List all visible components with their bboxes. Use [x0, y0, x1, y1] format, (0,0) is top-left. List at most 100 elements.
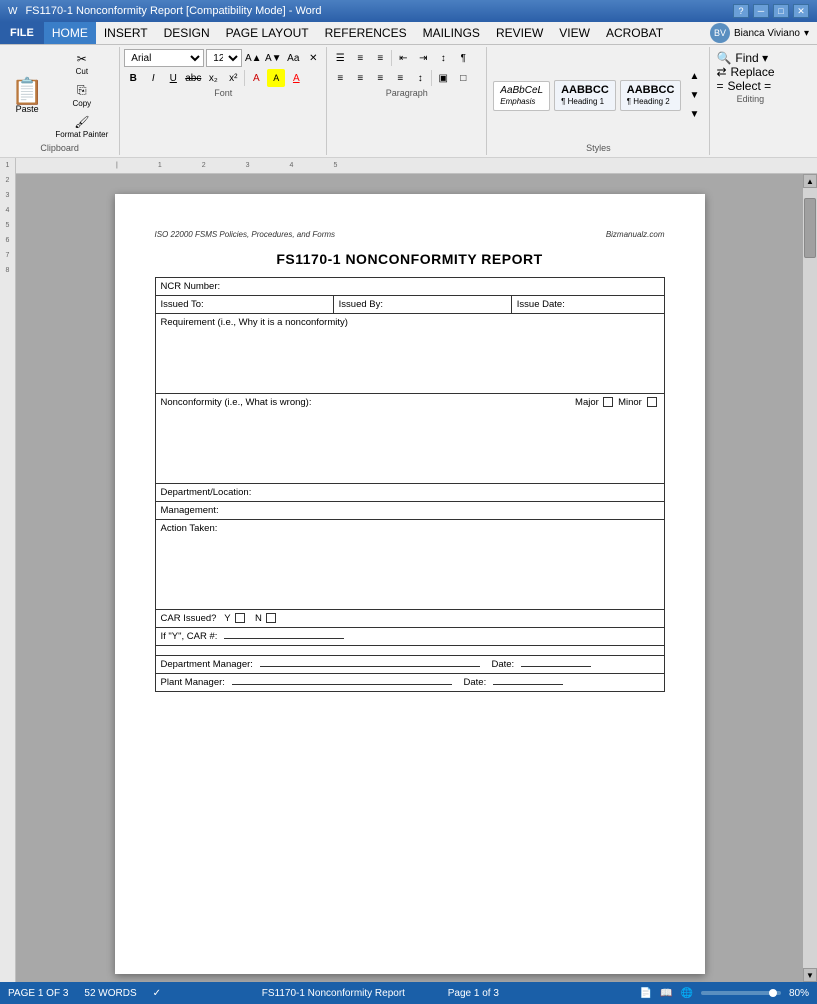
paste-label: Paste — [16, 104, 39, 114]
car-issued-label: CAR Issued? — [161, 613, 217, 624]
align-left-button[interactable]: ≡ — [331, 69, 349, 87]
font-grow-button[interactable]: A▲ — [244, 49, 262, 67]
minor-checkbox[interactable] — [647, 397, 657, 407]
style-emphasis[interactable]: AaBbCeLEmphasis — [493, 81, 550, 111]
management-cell: Management: — [155, 502, 664, 520]
menu-item-acrobat[interactable]: ACROBAT — [598, 22, 671, 44]
view-web-icon[interactable]: 🌐 — [681, 988, 693, 999]
doc-scroll[interactable]: ISO 22000 FSMS Policies, Procedures, and… — [16, 174, 803, 982]
menu-item-review[interactable]: REVIEW — [488, 22, 551, 44]
borders-button[interactable]: □ — [454, 69, 472, 87]
scroll-down-button[interactable]: ▼ — [803, 968, 817, 982]
menu-item-file[interactable]: FILE — [0, 22, 44, 44]
minor-label: Minor — [618, 397, 642, 408]
status-right: 📄 📖 🌐 80% — [640, 988, 809, 999]
copy-button[interactable]: ⎘ Copy — [50, 80, 113, 111]
date2-line — [493, 684, 563, 685]
department-cell: Department/Location: — [155, 484, 664, 502]
issue-date-cell: Issue Date: — [511, 296, 664, 314]
styles-scroll-down[interactable]: ▼ — [685, 87, 703, 105]
align-right-button[interactable]: ≡ — [371, 69, 389, 87]
numbering-button[interactable]: ≡ — [351, 49, 369, 67]
menu-item-home[interactable]: HOME — [44, 22, 96, 44]
user-dropdown-icon[interactable]: ▾ — [804, 28, 809, 39]
view-read-icon[interactable]: 📖 — [660, 988, 672, 999]
sort-button[interactable]: ↕ — [434, 49, 452, 67]
table-row-plant-manager: Plant Manager: Date: — [155, 674, 664, 692]
font-color-button[interactable]: A — [287, 69, 305, 87]
menu-item-references[interactable]: REFERENCES — [317, 22, 415, 44]
superscript-button[interactable]: x² — [224, 69, 242, 87]
highlight-button[interactable]: A — [267, 69, 285, 87]
nonconformity-label: Nonconformity (i.e., What is wrong): — [161, 397, 312, 408]
ribbon: 📋 Paste ✂ Cut ⎘ Copy 🖌 Format Painter — [0, 45, 817, 158]
scroll-up-button[interactable]: ▲ — [803, 174, 817, 188]
menu-bar: FILE HOME INSERT DESIGN PAGE LAYOUT REFE… — [0, 22, 817, 45]
select-icon: = — [716, 79, 723, 93]
font-name-select[interactable]: Arial — [124, 49, 204, 67]
maximize-button[interactable]: □ — [773, 4, 789, 18]
format-painter-button[interactable]: 🖌 Format Painter — [50, 112, 113, 142]
select-button[interactable]: = Select = — [716, 79, 784, 93]
help-button[interactable]: ? — [733, 4, 749, 18]
font-size-select[interactable]: 12 — [206, 49, 242, 67]
styles-scroll-up[interactable]: ▲ — [685, 68, 703, 86]
copy-label: Copy — [72, 99, 91, 108]
menu-item-insert[interactable]: INSERT — [96, 22, 156, 44]
paste-button[interactable]: 📋 Paste — [6, 75, 48, 117]
page-count: PAGE 1 OF 3 — [8, 988, 68, 999]
clear-formatting-button[interactable]: ✕ — [304, 49, 322, 67]
view-print-icon[interactable]: 📄 — [640, 988, 652, 999]
center-button[interactable]: ≡ — [351, 69, 369, 87]
shading-button[interactable]: ▣ — [434, 69, 452, 87]
right-scrollbar[interactable]: ▲ ▼ — [803, 174, 817, 982]
italic-button[interactable]: I — [144, 69, 162, 87]
style-heading2[interactable]: AABBCC¶ Heading 2 — [620, 80, 682, 111]
menu-item-view[interactable]: VIEW — [551, 22, 598, 44]
zoom-slider[interactable] — [701, 991, 781, 995]
doc-footer-name: FS1170-1 Nonconformity Report — [262, 988, 405, 999]
title-bar-controls[interactable]: ? ─ □ ✕ — [733, 4, 809, 18]
dept-manager-label: Department Manager: — [161, 659, 253, 670]
cut-button[interactable]: ✂ Cut — [50, 49, 113, 79]
dept-manager-cell: Department Manager: Date: — [155, 656, 664, 674]
style-heading1[interactable]: AABBCC¶ Heading 1 — [554, 80, 616, 111]
change-case-button[interactable]: Aa — [284, 49, 302, 67]
increase-indent-button[interactable]: ⇥ — [414, 49, 432, 67]
subscript-button[interactable]: x₂ — [204, 69, 222, 87]
clipboard-label: Clipboard — [40, 143, 79, 153]
table-row-management: Management: — [155, 502, 664, 520]
justify-button[interactable]: ≡ — [391, 69, 409, 87]
clipboard-small-btns: ✂ Cut ⎘ Copy 🖌 Format Painter — [50, 49, 113, 142]
car-no-checkbox[interactable] — [266, 613, 276, 623]
menu-item-page-layout[interactable]: PAGE LAYOUT — [218, 22, 317, 44]
scroll-track[interactable] — [803, 188, 817, 968]
car-number-label: If "Y", CAR #: — [161, 631, 218, 642]
car-yes-checkbox[interactable] — [235, 613, 245, 623]
scroll-thumb[interactable] — [804, 198, 816, 258]
ncr-number-cell: NCR Number: — [155, 278, 664, 296]
font-section: Arial 12 A▲ A▼ Aa ✕ B I U abc x₂ x² A — [120, 47, 327, 155]
car-issued-cell: CAR Issued? Y N — [155, 610, 664, 628]
decrease-indent-button[interactable]: ⇤ — [394, 49, 412, 67]
menu-item-design[interactable]: DESIGN — [156, 22, 218, 44]
close-button[interactable]: ✕ — [793, 4, 809, 18]
minimize-button[interactable]: ─ — [753, 4, 769, 18]
find-button[interactable]: 🔍 Find ▾ — [716, 51, 784, 65]
text-effects-button[interactable]: A — [247, 69, 265, 87]
menu-item-mailings[interactable]: MAILINGS — [415, 22, 488, 44]
show-hide-button[interactable]: ¶ — [454, 49, 472, 67]
bold-button[interactable]: B — [124, 69, 142, 87]
issued-to-cell: Issued To: — [155, 296, 333, 314]
styles-expand[interactable]: ▼ — [685, 106, 703, 124]
major-checkbox[interactable] — [603, 397, 613, 407]
line-spacing-button[interactable]: ↕ — [411, 69, 429, 87]
font-shrink-button[interactable]: A▼ — [264, 49, 282, 67]
replace-button[interactable]: ⇄ Replace — [716, 65, 784, 79]
spacer-cell — [155, 646, 664, 656]
plant-manager-label: Plant Manager: — [161, 677, 225, 688]
multilevel-button[interactable]: ≡ — [371, 49, 389, 67]
bullets-button[interactable]: ☰ — [331, 49, 349, 67]
strikethrough-button[interactable]: abc — [184, 69, 202, 87]
underline-button[interactable]: U — [164, 69, 182, 87]
